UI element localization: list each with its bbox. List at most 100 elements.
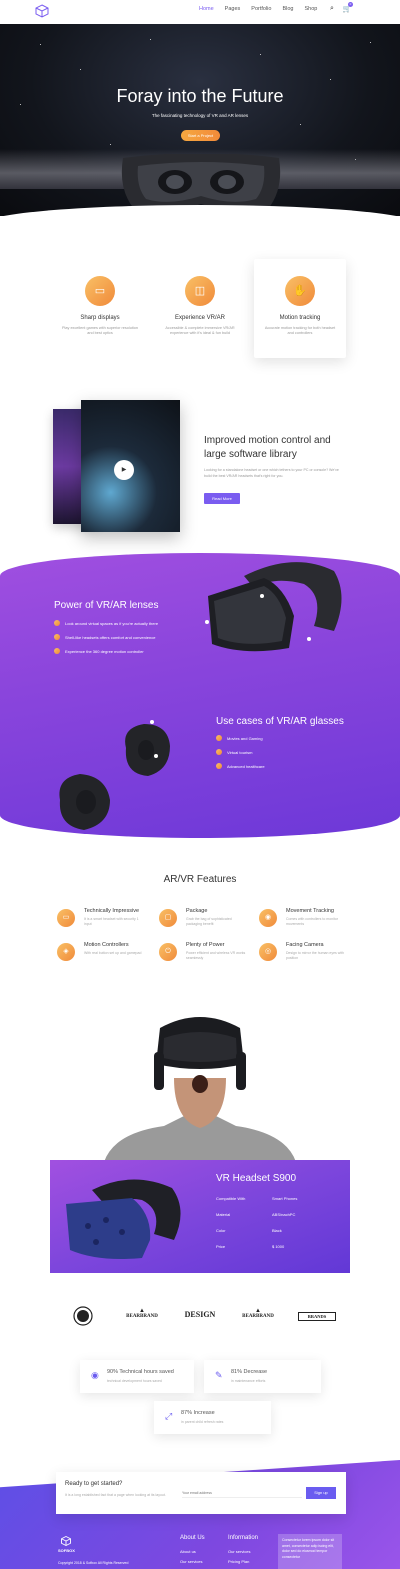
- read-more-button[interactable]: Read More: [204, 493, 240, 504]
- controller-left-image: [59, 774, 110, 830]
- product-title: VR Headset S900: [216, 1173, 297, 1184]
- feature-title: Experience VR/AR: [174, 315, 226, 321]
- feature-experience-vr: ◫ Experience VR/AR Accessible & complete…: [162, 276, 238, 336]
- feature-text: Accurate motion tracking for both headse…: [264, 326, 336, 335]
- feature-motion-tracking: ✋ Motion tracking Accurate motion tracki…: [262, 276, 338, 336]
- stat-title: 81% Decrease: [231, 1369, 268, 1375]
- movement-tracking-icon: ◉: [259, 909, 277, 927]
- camera-icon: ◎: [259, 943, 277, 961]
- menu-item-blog[interactable]: Blog: [282, 6, 293, 12]
- arvr-feature-text: Comes with controllers to monitor moveme…: [286, 917, 338, 926]
- stat-title: 87% Increase: [181, 1410, 215, 1416]
- spec-label: Material: [216, 1212, 231, 1217]
- footer-logo-icon: [61, 1535, 71, 1547]
- usecase-item-text: Virtual tourism: [227, 749, 253, 755]
- footer-link[interactable]: Pricing Plan: [228, 1559, 249, 1564]
- email-field[interactable]: [182, 1488, 302, 1498]
- feature-title: Motion tracking: [279, 315, 321, 321]
- footer-col1-title: About Us: [180, 1535, 205, 1541]
- arvr-feature-text: Power efficient and wireless VR works se…: [186, 951, 246, 960]
- spec-label: Color: [216, 1228, 226, 1233]
- nav-icons: ⌕ 🛒 0: [330, 2, 353, 13]
- footer-col2-title: Information: [228, 1535, 259, 1541]
- signup-title: Ready to get started?: [65, 1481, 123, 1487]
- usecase-item-text: Advanced healthcare: [227, 763, 265, 769]
- signup-text: It is a long established fact that a pag…: [65, 1493, 166, 1497]
- feature-title: Sharp displays: [80, 315, 120, 321]
- usecases-title: Use cases of VR/AR glasses: [216, 716, 344, 727]
- usecase-item: Virtual tourism: [216, 749, 253, 755]
- brand-logo-brands: BRANDS: [298, 1312, 336, 1321]
- stat-text: in maintenance efforts: [231, 1379, 266, 1383]
- brand-logo-design: DESIGN: [184, 1310, 216, 1319]
- search-icon[interactable]: ⌕: [330, 5, 334, 13]
- brand-logo-bearbrand: ▲ BEARBRAND: [120, 1308, 164, 1319]
- hero-section: Foray into the Future The fascinating te…: [0, 24, 400, 216]
- motion-text: Looking for a standalone headset or one …: [204, 468, 339, 478]
- signup-button[interactable]: Sign up: [306, 1487, 336, 1499]
- top-navbar: Home Pages Portfolio Blog Shop ⌕ 🛒 0: [0, 0, 400, 24]
- menu-item-pages[interactable]: Pages: [225, 6, 241, 12]
- play-button[interactable]: ▶: [114, 460, 134, 480]
- vr-headset-icon: ◫: [185, 276, 215, 306]
- feature-text: Accessible & complete immersive VR/AR ex…: [165, 326, 235, 335]
- stat-text: in parent child refresh rates: [181, 1420, 224, 1424]
- bullet-icon: [216, 749, 222, 755]
- motion-controller-icon: ◈: [57, 943, 75, 961]
- check-circle-icon: ◉: [91, 1370, 99, 1380]
- lenses-item-text: Shell-like headsets offers comfort and c…: [65, 634, 156, 640]
- usecase-item: Movies and Gaming: [216, 735, 263, 741]
- power-icon: ⏻: [159, 943, 177, 961]
- arvr-features-title: AR/VR Features: [163, 874, 237, 885]
- spec-row: Compatible With Smart Phones: [216, 1196, 297, 1201]
- vr-headset-3d-image: [205, 562, 342, 652]
- lenses-title: Power of VR/AR lenses: [54, 600, 159, 611]
- lenses-item: Shell-like headsets offers comfort and c…: [54, 634, 155, 640]
- footer-link[interactable]: Our services: [228, 1549, 250, 1554]
- spec-row: Color Black: [216, 1228, 282, 1233]
- stat-title: 90% Technical hours saved: [107, 1369, 174, 1375]
- footer-link[interactable]: About us: [180, 1549, 196, 1554]
- spec-value: $ 1000: [272, 1244, 285, 1249]
- person-vr-image: [104, 1017, 296, 1162]
- spec-row: Price $ 1000: [216, 1244, 284, 1249]
- arvr-feature-text: Design to mirror the human eyes with pos…: [286, 951, 344, 960]
- usecase-item-text: Movies and Gaming: [227, 735, 263, 741]
- package-icon: ▢: [159, 909, 177, 927]
- menu-item-portfolio[interactable]: Portfolio: [251, 6, 271, 12]
- lenses-item-text: Look around virtual spaces as if you're …: [65, 620, 159, 626]
- hero-title: Foray into the Future: [116, 86, 284, 106]
- lenses-item: Look around virtual spaces as if you're …: [54, 620, 158, 626]
- footer-link[interactable]: Our services: [180, 1559, 202, 1564]
- vr-glasses-icon: ▭: [57, 909, 75, 927]
- menu-item-shop[interactable]: Shop: [304, 6, 317, 12]
- menu-item-home[interactable]: Home: [199, 6, 214, 12]
- arvr-feature-text: With real button set up and gamepad: [84, 951, 142, 955]
- arvr-feature-title: Technically Impressive: [84, 908, 140, 914]
- lenses-item-text: Experience the 360 degree motion control…: [65, 648, 144, 654]
- hero-subtitle: The fascinating technology of VR and AR …: [151, 113, 249, 118]
- brand-logo-bearbrand-2: ▲ BEARBRAND: [236, 1308, 280, 1319]
- controller-right-image: [125, 720, 170, 776]
- cart-icon[interactable]: 🛒 0: [343, 2, 353, 13]
- stat-card: ⤢ 87% Increase in parent child refresh rat…: [154, 1401, 271, 1434]
- spec-label: Compatible With: [216, 1196, 246, 1201]
- footer-copyright: Copyright 2018 & Sofbox All Rights Reser…: [58, 1561, 129, 1565]
- vr-goggles-icon: ▭: [85, 276, 115, 306]
- spec-value: Smart Phones: [272, 1196, 298, 1201]
- arvr-feature-title: Motion Controllers: [84, 942, 129, 948]
- arvr-feature-title: Movement Tracking: [286, 908, 334, 914]
- bullet-icon: [54, 648, 60, 654]
- start-project-button[interactable]: Start a Project: [181, 130, 220, 141]
- arvr-feature-title: Package: [186, 908, 208, 914]
- bullet-icon: [216, 763, 222, 769]
- hero-curve: [0, 205, 400, 245]
- arvr-feature-text: It is a smart headset with security 1 in…: [84, 917, 139, 926]
- arrows-increase-icon: ⤢: [165, 1411, 173, 1421]
- hand-tracking-icon: ✋: [285, 276, 315, 306]
- spec-value: ABS/nachPC: [272, 1212, 296, 1217]
- bullet-icon: [216, 735, 222, 741]
- sofbox-logo-icon[interactable]: [34, 3, 50, 19]
- feature-text: Play excellent games with superior resol…: [62, 326, 138, 335]
- arvr-feature-text: Grab the bag of sophisticated packaging …: [186, 917, 232, 926]
